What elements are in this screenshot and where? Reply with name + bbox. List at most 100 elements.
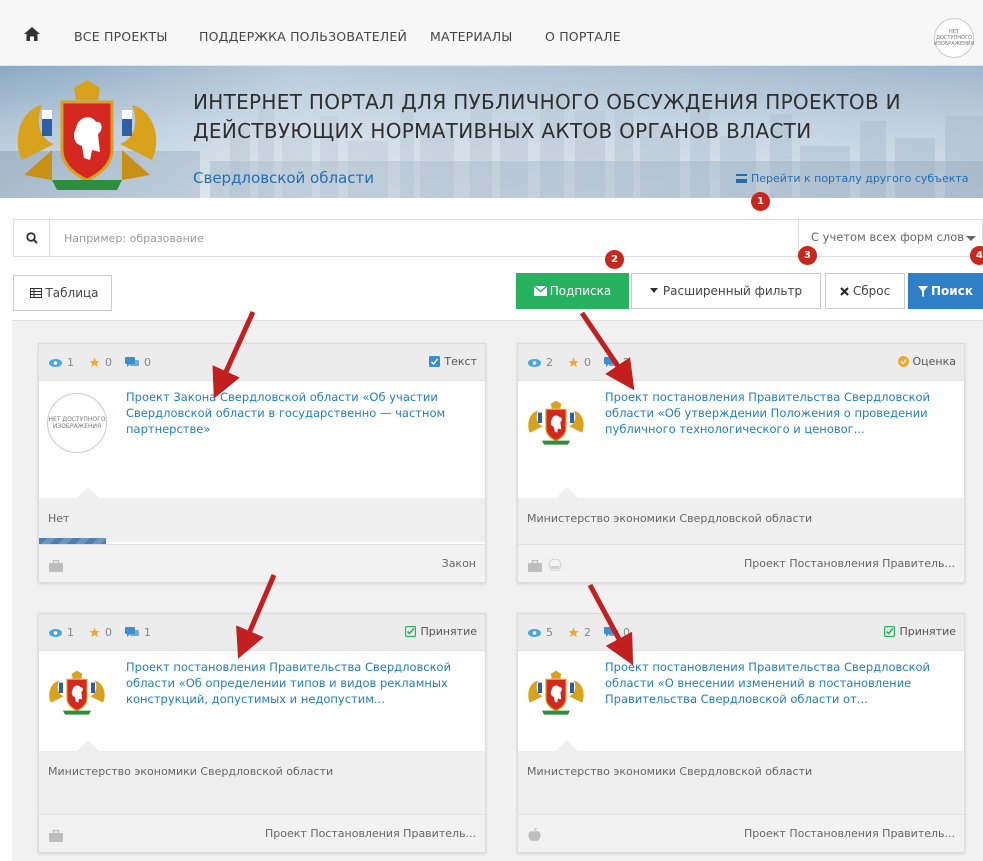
nav-item-user-support[interactable]: ПОДДЕРЖКА ПОЛЬЗОВАТЕЛЕЙ <box>199 29 407 44</box>
card-thumbnail <box>526 663 586 723</box>
card-title-link[interactable]: Проект постановления Правительства Сверд… <box>605 659 955 707</box>
project-card[interactable]: 5 2 0 Принятие Проект постановления Прав… <box>517 613 965 853</box>
nav-item-materials[interactable]: МАТЕРИАЛЫ <box>430 29 513 44</box>
annotation-badge: 3 <box>798 246 817 265</box>
briefcase-icon <box>49 827 63 846</box>
search-icon <box>25 232 38 244</box>
card-header: 5 2 0 Принятие <box>518 614 964 651</box>
card-thumbnail: НЕТ ДОСТУПНОГО ИЗОБРАЖЕНИЯ <box>47 393 107 453</box>
word-forms-select[interactable]: С учетом всех форм слов <box>798 220 983 256</box>
project-card[interactable]: 1 0 1 Принятие Проект постановления Прав… <box>38 613 486 853</box>
document-type: Проект Постановления Правитель... <box>744 557 955 570</box>
card-organization: Министерство экономики Свердловской обла… <box>39 751 485 816</box>
comment-icon <box>604 627 618 637</box>
comment-icon <box>125 357 139 367</box>
top-navigation: ВСЕ ПРОЕКТЫ ПОДДЕРЖКА ПОЛЬЗОВАТЕЛЕЙ МАТЕ… <box>0 0 983 66</box>
advanced-filter-label: Расширенный фильтр <box>662 284 803 298</box>
document-type: Закон <box>441 557 476 570</box>
avatar-placeholder-text: НЕТ ДОСТУПНОГО ИЗОБРАЖЕНИЯ <box>933 29 975 47</box>
funnel-icon <box>918 285 929 297</box>
table-icon <box>30 288 43 298</box>
card-notch <box>77 740 99 751</box>
card-organization: Министерство экономики Свердловской обла… <box>518 498 964 546</box>
comment-icon <box>604 357 618 367</box>
card-title-link[interactable]: Проект постановления Правительства Сверд… <box>126 659 476 707</box>
no-image-placeholder: НЕТ ДОСТУПНОГО ИЗОБРАЖЕНИЯ <box>47 393 107 453</box>
card-footer: Проект Постановления Правитель... <box>518 544 964 582</box>
card-notch <box>77 487 99 498</box>
table-view-button[interactable]: Таблица <box>13 275 112 311</box>
results-panel: 1 0 0 Текст НЕТ ДОСТУПНОГО ИЗОБРАЖЕНИЯ П… <box>12 320 983 861</box>
other-portal-link-label: Перейти к порталу другого субъекта <box>751 172 969 185</box>
views-count: 2 <box>528 356 553 369</box>
card-stage-tag: Оценка <box>897 355 956 368</box>
card-notch <box>556 740 578 751</box>
annotation-badge: 4 <box>970 246 983 265</box>
card-thumbnail <box>47 663 107 723</box>
card-footer: Закон <box>39 544 485 582</box>
table-view-label: Таблица <box>45 286 99 300</box>
card-title-link[interactable]: Проект Закона Свердловской области «Об у… <box>126 389 476 437</box>
search-input[interactable] <box>64 228 764 248</box>
check-icon <box>405 626 417 637</box>
eye-icon <box>49 628 62 637</box>
card-thumbnail <box>526 393 586 453</box>
apple-icon <box>528 827 541 846</box>
subscribe-label: Подписка <box>549 284 612 298</box>
coat-of-arms-icon <box>49 670 105 715</box>
stars-count: 2 <box>568 626 591 639</box>
coat-of-arms-icon <box>528 400 584 445</box>
card-title-link[interactable]: Проект постановления Правительства Сверд… <box>605 389 955 437</box>
views-count: 1 <box>49 356 74 369</box>
card-stage-tag: Текст <box>429 355 477 368</box>
nav-item-all-projects[interactable]: ВСЕ ПРОЕКТЫ <box>74 29 168 44</box>
card-organization: Министерство экономики Свердловской обла… <box>518 751 964 816</box>
search-icon-button[interactable] <box>14 220 50 256</box>
document-type: Проект Постановления Правитель... <box>265 827 476 840</box>
chevron-down-icon <box>966 236 976 241</box>
project-card[interactable]: 1 0 0 Текст НЕТ ДОСТУПНОГО ИЗОБРАЖЕНИЯ П… <box>38 343 486 583</box>
document-type: Проект Постановления Правитель... <box>744 827 955 840</box>
card-stage-tag: Принятие <box>405 625 477 638</box>
project-card[interactable]: 2 0 2 Оценка Проект постановления Правит… <box>517 343 965 583</box>
briefcase-icon <box>49 557 63 576</box>
advanced-filter-button[interactable]: Расширенный фильтр <box>631 273 821 309</box>
card-header: 1 0 0 Текст <box>39 344 485 381</box>
comments-count: 0 <box>604 626 630 639</box>
user-avatar[interactable]: НЕТ ДОСТУПНОГО ИЗОБРАЖЕНИЯ <box>934 18 974 58</box>
star-icon <box>568 627 579 638</box>
eye-icon <box>49 358 62 367</box>
annotation-badge: 2 <box>605 250 624 269</box>
reset-button[interactable]: Сброс <box>825 273 905 309</box>
reset-label: Сброс <box>852 284 891 298</box>
coat-of-arms-icon <box>17 80 157 190</box>
card-organization: Нет <box>39 498 485 542</box>
card-header: 2 0 2 Оценка <box>518 344 964 381</box>
search-button-label: Поиск <box>931 284 973 298</box>
search-button[interactable]: Поиск <box>908 273 983 309</box>
stars-count: 0 <box>89 356 112 369</box>
check-icon <box>884 626 896 637</box>
views-count: 5 <box>528 626 553 639</box>
annotation-badge: 1 <box>751 192 770 211</box>
coat-of-arms-icon <box>528 670 584 715</box>
card-header: 1 0 1 Принятие <box>39 614 485 651</box>
other-portal-link[interactable]: Перейти к порталу другого субъекта <box>736 172 969 185</box>
caret-down-icon <box>649 288 658 293</box>
stars-count: 0 <box>89 626 112 639</box>
subscribe-button[interactable]: Подписка <box>516 273 629 309</box>
stars-count: 0 <box>568 356 591 369</box>
text-icon <box>429 356 441 367</box>
comments-count: 1 <box>125 626 151 639</box>
card-stage-tag: Принятие <box>884 625 956 638</box>
portal-banner: ИНТЕРНЕТ ПОРТАЛ ДЛЯ ПУБЛИЧНОГО ОБСУЖДЕНИ… <box>0 66 983 198</box>
nav-item-about[interactable]: О ПОРТАЛЕ <box>545 29 621 44</box>
card-footer: Проект Постановления Правитель... <box>518 814 964 852</box>
star-icon <box>89 357 100 368</box>
briefcase-icon <box>528 557 542 576</box>
home-icon[interactable] <box>24 26 40 45</box>
rating-icon <box>897 356 909 367</box>
envelope-icon <box>533 286 547 296</box>
region-name: Свердловской области <box>193 169 374 187</box>
search-bar: С учетом всех форм слов <box>13 219 983 257</box>
